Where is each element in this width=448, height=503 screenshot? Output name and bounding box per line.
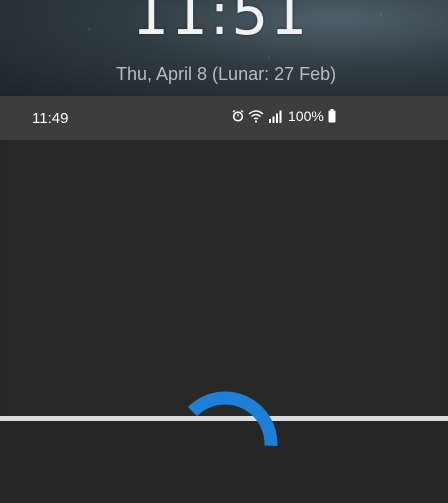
app-content-area xyxy=(8,140,440,421)
battery-icon xyxy=(328,109,336,123)
status-bar: 11:49 100% xyxy=(0,96,448,140)
lockscreen-clock: 11:51 xyxy=(132,0,310,48)
lockscreen-wallpaper: 11:51 Thu, April 8 (Lunar: 27 Feb) xyxy=(0,0,448,96)
battery-percentage: 100% xyxy=(288,108,324,124)
signal-icon xyxy=(268,110,282,123)
status-icons: 100% xyxy=(232,108,336,124)
alarm-icon xyxy=(232,110,244,122)
loading-spinner-icon xyxy=(172,391,278,497)
lockscreen-date: Thu, April 8 (Lunar: 27 Feb) xyxy=(116,64,337,84)
wifi-icon xyxy=(248,109,264,123)
status-time: 11:49 xyxy=(32,110,69,127)
